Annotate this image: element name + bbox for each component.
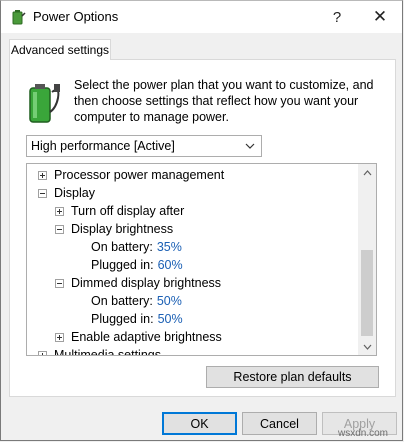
tree-item-dimmed-plugged-in[interactable]: Plugged in: 50% xyxy=(91,310,183,328)
tree-item-multimedia[interactable]: Multimedia settings xyxy=(38,346,161,356)
tree-item-label: On battery: xyxy=(91,294,153,308)
plus-expander-icon[interactable] xyxy=(38,350,47,355)
power-plan-select[interactable]: High performance [Active] xyxy=(26,135,262,157)
watermark-text: wsxdn.com xyxy=(338,428,389,439)
scroll-up-button[interactable] xyxy=(359,164,376,181)
battery-plug-icon xyxy=(29,84,60,123)
tree-item-label: Plugged in: xyxy=(91,258,154,272)
tree-item-label: Plugged in: xyxy=(91,312,154,326)
tree-item-label: Multimedia settings xyxy=(54,348,161,356)
setting-value-link[interactable]: 50% xyxy=(157,294,182,308)
plan-select-value: High performance [Active] xyxy=(31,139,175,153)
tree-item-label: Display brightness xyxy=(71,222,174,236)
tree-item-display[interactable]: Display xyxy=(38,184,95,202)
minus-expander-icon[interactable] xyxy=(55,224,64,234)
minus-expander-icon[interactable] xyxy=(55,278,64,288)
scroll-down-icon xyxy=(363,344,372,350)
tree-item-brightness-on-battery[interactable]: On battery: 35% xyxy=(91,238,182,256)
plus-expander-icon[interactable] xyxy=(55,206,64,216)
tree-item-label: Dimmed display brightness xyxy=(71,276,222,290)
tree-item-brightness-plugged-in[interactable]: Plugged in: 60% xyxy=(91,256,183,274)
tree-item-label: Processor power management xyxy=(54,168,225,182)
scrollbar-thumb[interactable] xyxy=(361,250,373,336)
close-button[interactable]: ✕ xyxy=(358,1,402,33)
setting-value-link[interactable]: 35% xyxy=(157,240,182,254)
power-options-window: Power Options ? ✕ Advanced settings Sele… xyxy=(0,0,403,441)
scroll-up-icon xyxy=(363,169,372,175)
settings-tree[interactable]: Processor power management Display Turn … xyxy=(26,163,377,356)
minus-expander-icon[interactable] xyxy=(38,188,47,198)
tree-item-label: On battery: xyxy=(91,240,153,254)
help-icon: ? xyxy=(332,8,342,26)
tree-item-label: Turn off display after xyxy=(71,204,185,218)
ok-button[interactable]: OK xyxy=(162,412,237,435)
close-icon: ✕ xyxy=(372,7,388,26)
tab-label: Advanced settings xyxy=(10,43,110,57)
tree-item-dimmed-brightness[interactable]: Dimmed display brightness xyxy=(55,274,221,292)
tree-item-dimmed-on-battery[interactable]: On battery: 50% xyxy=(91,292,182,310)
tree-item-label: Enable adaptive brightness xyxy=(71,330,222,344)
power-options-icon xyxy=(12,10,26,25)
tree-item-processor-power[interactable]: Processor power management xyxy=(38,166,224,184)
chevron-down-icon xyxy=(245,143,255,149)
plus-expander-icon[interactable] xyxy=(55,332,64,342)
cancel-button[interactable]: Cancel xyxy=(242,412,317,435)
description-text: Select the power plan that you want to c… xyxy=(74,78,374,124)
tree-item-turn-off-display[interactable]: Turn off display after xyxy=(55,202,184,220)
title-bar[interactable]: Power Options ? ✕ xyxy=(1,1,402,33)
restore-plan-defaults-button[interactable]: Restore plan defaults xyxy=(206,366,379,388)
tree-item-adaptive-brightness[interactable]: Enable adaptive brightness xyxy=(55,328,222,346)
tree-item-label: Display xyxy=(54,186,95,200)
setting-value-link[interactable]: 50% xyxy=(158,312,183,326)
vertical-scrollbar[interactable] xyxy=(358,164,376,355)
tab-advanced-settings[interactable]: Advanced settings xyxy=(9,39,111,60)
tree-item-display-brightness[interactable]: Display brightness xyxy=(55,220,173,238)
plus-expander-icon[interactable] xyxy=(38,170,47,180)
window-title: Power Options xyxy=(33,9,119,24)
scroll-down-button[interactable] xyxy=(359,338,376,355)
setting-value-link[interactable]: 60% xyxy=(158,258,183,272)
help-button[interactable]: ? xyxy=(315,1,359,33)
